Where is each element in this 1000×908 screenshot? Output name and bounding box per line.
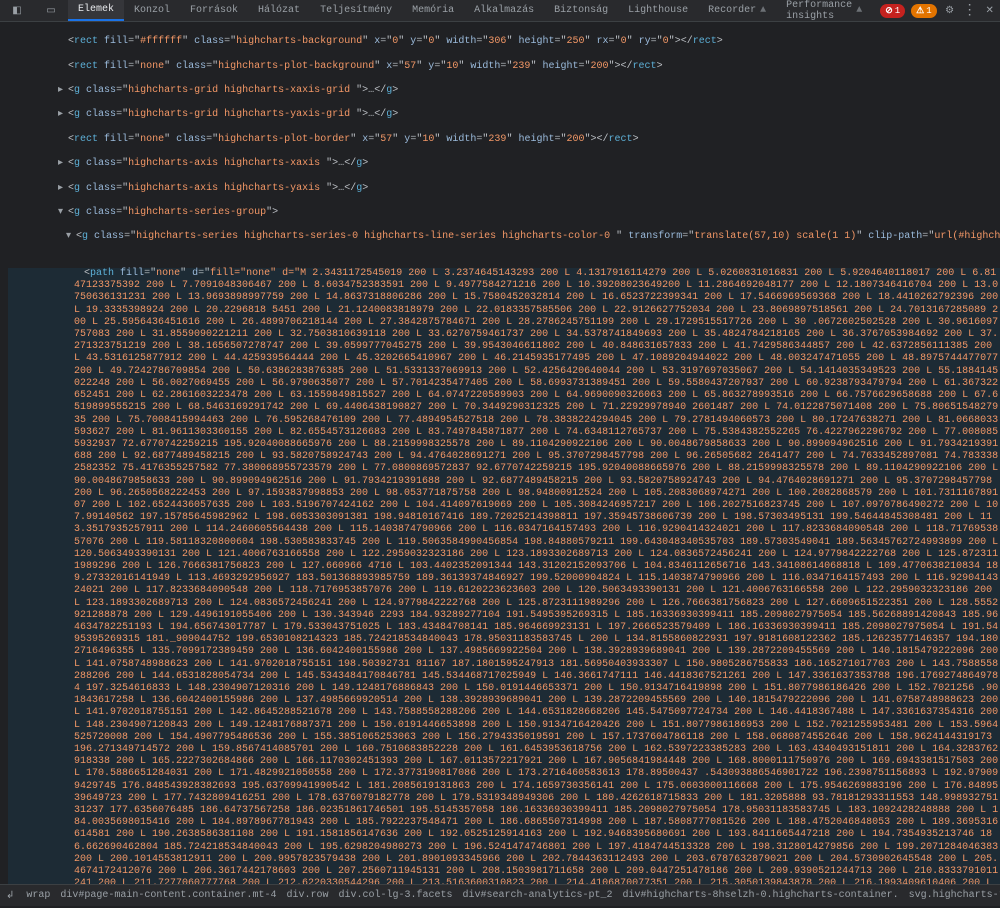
- dom-node[interactable]: ▸<g class="highcharts-axis highcharts-ya…: [8, 183, 1000, 195]
- crumb-item[interactable]: div.col-lg-3.facets: [338, 890, 452, 901]
- tab-console[interactable]: Konzol: [124, 0, 180, 21]
- tab-security[interactable]: Biztonság: [544, 0, 618, 21]
- crumb-item[interactable]: div#highcharts-8hselzh-0.highcharts-cont…: [623, 890, 899, 901]
- crumb-item[interactable]: div.row: [286, 890, 328, 901]
- dom-node[interactable]: ▸<g class="highcharts-grid highcharts-xa…: [8, 85, 1000, 97]
- tab-sources[interactable]: Források: [180, 0, 248, 21]
- tab-network[interactable]: Hálózat: [248, 0, 310, 21]
- gear-icon[interactable]: ⚙: [943, 4, 957, 18]
- tab-application[interactable]: Alkalmazás: [464, 0, 544, 21]
- device-icon[interactable]: ▭: [34, 0, 68, 21]
- inspect-icon[interactable]: ◧: [0, 0, 34, 21]
- more-icon[interactable]: ⋮: [963, 4, 977, 18]
- dom-node[interactable]: ▾<g class="highcharts-series-group">: [8, 207, 1000, 219]
- tab-elements[interactable]: Elemek: [68, 0, 124, 21]
- dom-node[interactable]: <rect fill="none" class="highcharts-plot…: [8, 134, 1000, 146]
- dom-node-selected[interactable]: <path fill="none" d="fill="none" d="M 2.…: [8, 268, 1000, 884]
- tab-lighthouse[interactable]: Lighthouse: [618, 0, 698, 21]
- crumb-wrap: wrap: [26, 890, 50, 901]
- tab-memory[interactable]: Memória: [402, 0, 464, 21]
- breadcrumb: ↲ wrap div#page-main-content.container.m…: [0, 884, 1000, 906]
- close-icon[interactable]: ✕: [983, 4, 997, 18]
- wrap-icon[interactable]: ↲: [6, 890, 14, 902]
- crumb-item[interactable]: svg.highcharts-root: [909, 890, 1000, 901]
- tab-performance[interactable]: Teljesítmény: [310, 0, 402, 21]
- dom-node[interactable]: ▸<g class="highcharts-axis highcharts-xa…: [8, 158, 1000, 170]
- tab-perf-insights[interactable]: Performance insights▲: [776, 0, 872, 21]
- crumb-item[interactable]: div#search-analytics-pt_2: [463, 890, 613, 901]
- dom-node[interactable]: <rect fill="#ffffff" class="highcharts-b…: [8, 36, 1000, 48]
- dom-node[interactable]: ▸<g class="highcharts-grid highcharts-ya…: [8, 109, 1000, 121]
- elements-tree[interactable]: <rect fill="#ffffff" class="highcharts-b…: [0, 22, 1000, 884]
- crumb-item[interactable]: div#page-main-content.container.mt-4: [60, 890, 276, 901]
- dom-node[interactable]: <rect fill="none" class="highcharts-plot…: [8, 61, 1000, 73]
- warning-badge[interactable]: ⚠1: [911, 4, 936, 18]
- tab-recorder[interactable]: Recorder▲: [698, 0, 776, 21]
- error-badge[interactable]: ⊘1: [880, 4, 905, 18]
- dom-node[interactable]: ▾<g class="highcharts-series highcharts-…: [8, 231, 1000, 243]
- devtools-tabbar: ◧ ▭ Elemek Konzol Források Hálózat Telje…: [0, 0, 1000, 22]
